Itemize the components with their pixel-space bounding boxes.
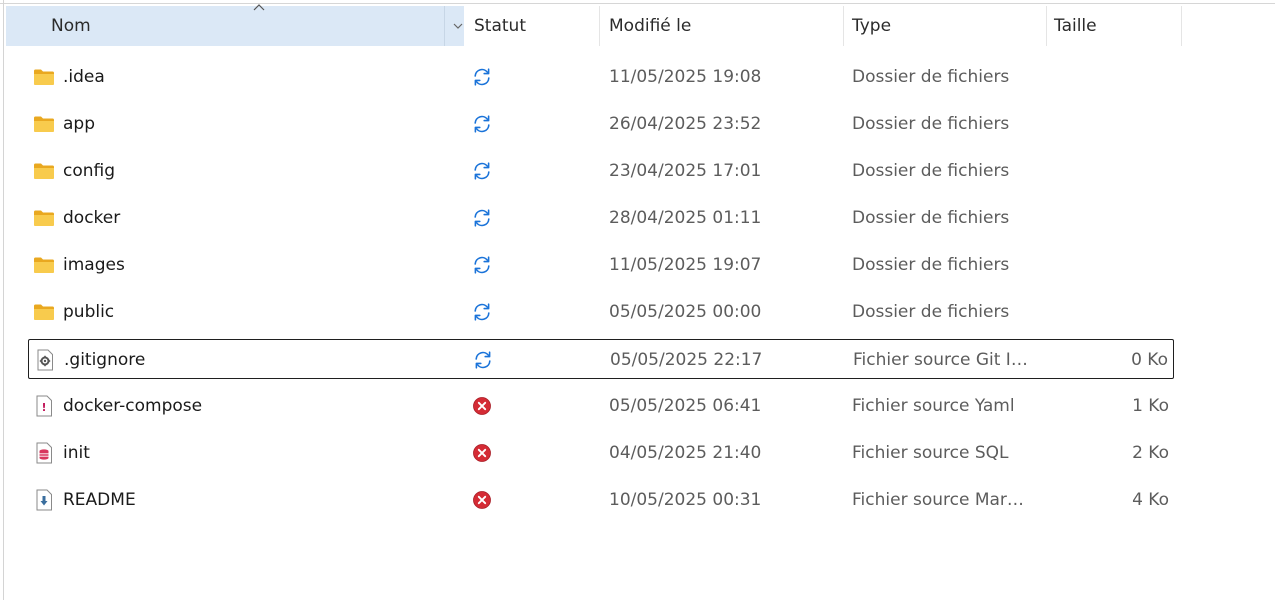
file-type: Fichier source Git Ign...	[853, 350, 1033, 370]
file-name[interactable]: app	[63, 104, 95, 144]
file-modified-date: 05/05/2025 06:41	[609, 396, 762, 416]
error-icon	[472, 386, 492, 426]
file-name[interactable]: .idea	[63, 57, 105, 97]
column-header-bar: Nom Statut Modifié le Type Taille	[0, 4, 1275, 46]
file-name[interactable]: init	[63, 433, 90, 473]
folder-icon	[33, 151, 55, 191]
column-header-status-label: Statut	[474, 16, 526, 36]
file-type: Fichier source Markd...	[852, 490, 1032, 510]
file-type: Dossier de fichiers	[852, 114, 1010, 134]
column-header-modified[interactable]: Modifié le	[599, 6, 843, 46]
file-row[interactable]: .gitignore 05/05/2025 22:17 Fichier source…	[28, 339, 1174, 379]
file-type: Fichier source SQL	[852, 443, 1009, 463]
file-row[interactable]: config 23/04/2025 17:01 Dossier de fichier…	[28, 151, 1174, 191]
folder-icon	[33, 57, 55, 97]
column-header-name[interactable]: Nom	[6, 4, 464, 46]
file-modified-date: 04/05/2025 21:40	[609, 443, 762, 463]
file-name[interactable]: docker	[63, 198, 120, 238]
file-row[interactable]: .idea 11/05/2025 19:08 Dossier de fichiers	[28, 57, 1174, 97]
file-modified-date: 05/05/2025 22:17	[610, 350, 763, 370]
file-modified-date: 05/05/2025 00:00	[609, 302, 762, 322]
file-row[interactable]: app 26/04/2025 23:52 Dossier de fichiers	[28, 104, 1174, 144]
file-modified-date: 11/05/2025 19:07	[609, 255, 762, 275]
file-size: 2 Ko	[1132, 443, 1169, 463]
file-name[interactable]: public	[63, 292, 114, 332]
column-header-type[interactable]: Type	[843, 6, 1046, 46]
column-header-size[interactable]: Taille	[1046, 6, 1181, 46]
column-divider[interactable]	[1181, 6, 1182, 46]
file-size: 0 Ko	[1131, 350, 1168, 370]
column-header-size-label: Taille	[1054, 16, 1097, 36]
file-name[interactable]: docker-compose	[63, 386, 202, 426]
yaml-file-icon: !	[33, 386, 55, 426]
window-left-border	[3, 0, 4, 600]
file-row[interactable]: ! docker-compose 05/05/2025 06:41 Fichier s…	[28, 386, 1174, 426]
file-type: Fichier source Yaml	[852, 396, 1015, 416]
sync-icon	[472, 104, 492, 144]
column-header-name-label: Nom	[51, 16, 91, 36]
sql-file-icon	[33, 433, 55, 473]
folder-icon	[33, 245, 55, 285]
folder-icon	[33, 104, 55, 144]
file-row[interactable]: docker 28/04/2025 01:11 Dossier de fichier…	[28, 198, 1174, 238]
sync-icon	[472, 245, 492, 285]
folder-icon	[33, 198, 55, 238]
column-header-status[interactable]: Statut	[464, 6, 599, 46]
file-size: 1 Ko	[1132, 396, 1169, 416]
file-type: Dossier de fichiers	[852, 67, 1010, 87]
file-row[interactable]: README 10/05/2025 00:31 Fichier source Mar…	[28, 480, 1174, 520]
column-header-modified-label: Modifié le	[609, 16, 692, 36]
file-size: 4 Ko	[1132, 490, 1169, 510]
file-row[interactable]: images 11/05/2025 19:07 Dossier de fichier…	[28, 245, 1174, 285]
markdown-file-icon	[33, 480, 55, 520]
svg-text:!: !	[41, 401, 46, 414]
sync-icon	[472, 57, 492, 97]
sync-icon	[472, 292, 492, 332]
file-modified-date: 23/04/2025 17:01	[609, 161, 762, 181]
file-name[interactable]: config	[63, 151, 115, 191]
file-modified-date: 26/04/2025 23:52	[609, 114, 762, 134]
file-type: Dossier de fichiers	[852, 208, 1010, 228]
chevron-down-icon	[453, 23, 463, 29]
folder-icon	[33, 292, 55, 332]
file-type: Dossier de fichiers	[852, 161, 1010, 181]
file-name[interactable]: .gitignore	[64, 340, 145, 380]
file-row[interactable]: public 05/05/2025 00:00 Dossier de fichier…	[28, 292, 1174, 332]
gear-file-icon	[34, 340, 56, 380]
file-modified-date: 10/05/2025 00:31	[609, 490, 762, 510]
error-icon	[472, 433, 492, 473]
sync-icon	[472, 198, 492, 238]
file-type: Dossier de fichiers	[852, 302, 1010, 322]
file-modified-date: 28/04/2025 01:11	[609, 208, 762, 228]
file-modified-date: 11/05/2025 19:08	[609, 67, 762, 87]
file-row[interactable]: init 04/05/2025 21:40 Fichier source SQL 2 …	[28, 433, 1174, 473]
file-type: Dossier de fichiers	[852, 255, 1010, 275]
file-name[interactable]: images	[63, 245, 125, 285]
sort-ascending-icon	[253, 1, 265, 14]
file-name[interactable]: README	[63, 480, 136, 520]
window-top-border	[0, 3, 1275, 4]
error-icon	[472, 480, 492, 520]
sync-icon	[473, 340, 493, 380]
column-header-type-label: Type	[852, 16, 892, 36]
sync-icon	[472, 151, 492, 191]
